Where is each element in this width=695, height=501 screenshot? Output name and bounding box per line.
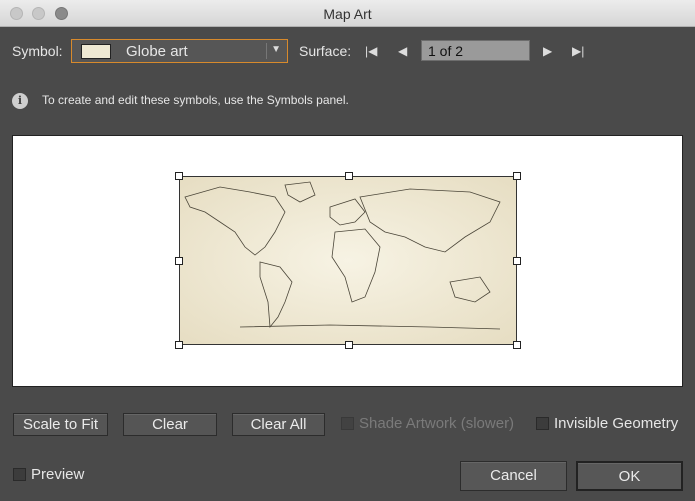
preview-label: Preview (31, 466, 85, 483)
ok-button[interactable]: OK (576, 461, 683, 491)
surface-label: Surface: (299, 43, 352, 59)
world-map-outline (184, 181, 501, 330)
dropdown-divider (266, 43, 267, 59)
resize-handle[interactable] (345, 172, 353, 180)
info-icon: i (12, 93, 28, 109)
last-surface-icon[interactable]: ▶| (572, 44, 584, 58)
surface-page-field[interactable]: 1 of 2 (421, 40, 530, 61)
resize-handle[interactable] (513, 341, 521, 349)
symbol-label: Symbol: (12, 43, 63, 59)
first-surface-icon[interactable]: |◀ (365, 44, 377, 58)
resize-handle[interactable] (513, 257, 521, 265)
shade-artwork-label: Shade Artwork (slower) (359, 415, 515, 432)
resize-handle[interactable] (175, 172, 183, 180)
invisible-geometry-label: Invisible Geometry (554, 415, 679, 432)
resize-handle[interactable] (513, 172, 521, 180)
previous-surface-icon[interactable]: ◀ (398, 44, 407, 58)
clear-button[interactable]: Clear (123, 413, 217, 436)
symbol-dropdown[interactable]: Globe art ▼ (71, 39, 288, 63)
symbol-thumbnail (81, 44, 111, 59)
next-surface-icon[interactable]: ▶ (543, 44, 552, 58)
info-text: To create and edit these symbols, use th… (42, 93, 349, 107)
invisible-geometry-checkbox[interactable] (536, 417, 549, 430)
shade-artwork-checkbox[interactable] (341, 417, 354, 430)
title-bar: Map Art (0, 0, 695, 27)
resize-handle[interactable] (175, 341, 183, 349)
cancel-button[interactable]: Cancel (460, 461, 567, 491)
chevron-down-icon: ▼ (271, 44, 281, 55)
scale-to-fit-button[interactable]: Scale to Fit (13, 413, 108, 436)
symbol-value: Globe art (126, 43, 188, 60)
map-artwork[interactable] (175, 172, 521, 349)
clear-all-button[interactable]: Clear All (232, 413, 325, 436)
resize-handle[interactable] (345, 341, 353, 349)
map-preview-canvas[interactable] (12, 135, 683, 387)
preview-checkbox[interactable] (13, 468, 26, 481)
window-title: Map Art (323, 6, 372, 22)
resize-handle[interactable] (175, 257, 183, 265)
